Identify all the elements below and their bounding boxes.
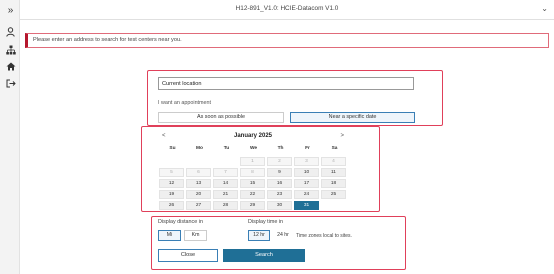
calendar-day[interactable]: 13	[186, 179, 211, 188]
appointment-label: I want an appointment	[158, 100, 212, 106]
calendar-day[interactable]: 28	[213, 201, 238, 210]
calendar-day[interactable]: 11	[321, 168, 346, 177]
calendar-day: 6	[186, 168, 211, 177]
home-icon[interactable]	[5, 61, 16, 72]
timezone-note: Time zones local to sites.	[296, 233, 352, 239]
calendar-day[interactable]: 24	[294, 190, 319, 199]
test-center-search-page: » H12-891_V1.0: HCIE-Datacom V1.0 ⌄ Plea…	[0, 0, 554, 274]
as-soon-as-possible-button[interactable]: As soon as possible	[158, 112, 284, 123]
alert-text: Please enter an address to search for te…	[33, 37, 182, 43]
page-title: H12-891_V1.0: HCIE-Datacom V1.0	[235, 5, 339, 12]
calendar-day[interactable]: 25	[321, 190, 346, 199]
calendar-day: 7	[213, 168, 238, 177]
calendar-day[interactable]: 18	[321, 179, 346, 188]
alert-notice: Please enter an address to search for te…	[25, 33, 549, 48]
left-nav-rail: »	[0, 0, 20, 274]
calendar-day[interactable]: 23	[267, 190, 292, 199]
time-format-label: Display time in	[248, 219, 284, 225]
calendar-day[interactable]: 26	[159, 201, 184, 210]
weekday-header: Mo	[196, 146, 203, 151]
date-picker: < January 2025 > Su Mo Tu We Th Fr Sa 1 2 3 4 5 6 7 8 9…	[158, 132, 348, 210]
user-icon[interactable]	[5, 26, 16, 37]
near-specific-date-button[interactable]: Near a specific date	[290, 112, 415, 123]
next-month-button[interactable]: >	[340, 133, 344, 139]
top-bar: H12-891_V1.0: HCIE-Datacom V1.0 ⌄	[20, 0, 554, 20]
calendar-day[interactable]: 14	[213, 179, 238, 188]
calendar-day[interactable]: 9	[267, 168, 292, 177]
weekday-header: Th	[277, 146, 284, 151]
calendar-day[interactable]: 12	[159, 179, 184, 188]
weekday-header: Su	[169, 146, 176, 151]
weekday-header: Tu	[223, 146, 230, 151]
weekday-header: Sa	[331, 146, 338, 151]
miles-toggle[interactable]: Mi	[158, 230, 181, 241]
location-input[interactable]: Current location	[158, 77, 414, 90]
calendar-day: 1	[240, 157, 265, 166]
calendar-header: < January 2025 >	[158, 132, 348, 142]
12-hour-toggle[interactable]: 12 hr	[248, 230, 270, 241]
calendar-day[interactable]: 20	[186, 190, 211, 199]
calendar-day[interactable]: 22	[240, 190, 265, 199]
calendar-day: 4	[321, 157, 346, 166]
distance-label: Display distance in	[158, 219, 203, 225]
calendar-day[interactable]: 17	[294, 179, 319, 188]
calendar-day[interactable]: 16	[267, 179, 292, 188]
sitemap-icon[interactable]	[5, 44, 16, 55]
calendar-day[interactable]: 31	[294, 201, 319, 210]
24-hour-toggle[interactable]: 24 hr	[273, 230, 293, 241]
calendar-day[interactable]: 29	[240, 201, 265, 210]
close-button[interactable]: Close	[158, 249, 218, 262]
calendar-day[interactable]: 15	[240, 179, 265, 188]
chevron-down-icon[interactable]: ⌄	[541, 4, 548, 13]
kilometers-toggle[interactable]: Km	[184, 230, 207, 241]
calendar-day[interactable]: 27	[186, 201, 211, 210]
calendar-day: 8	[240, 168, 265, 177]
weekday-header: We	[249, 146, 258, 151]
calendar-day[interactable]: 19	[159, 190, 184, 199]
calendar-month-label: January 2025	[233, 133, 273, 139]
calendar-day[interactable]: 10	[294, 168, 319, 177]
calendar-day[interactable]: 21	[213, 190, 238, 199]
calendar-day: 5	[159, 168, 184, 177]
weekday-header: Fr	[305, 146, 310, 151]
calendar-day: 2	[267, 157, 292, 166]
calendar-day: 3	[294, 157, 319, 166]
expand-icon[interactable]: »	[5, 5, 16, 16]
search-button[interactable]: Search	[223, 249, 305, 262]
logout-icon[interactable]	[5, 78, 16, 89]
calendar-day[interactable]: 30	[267, 201, 292, 210]
